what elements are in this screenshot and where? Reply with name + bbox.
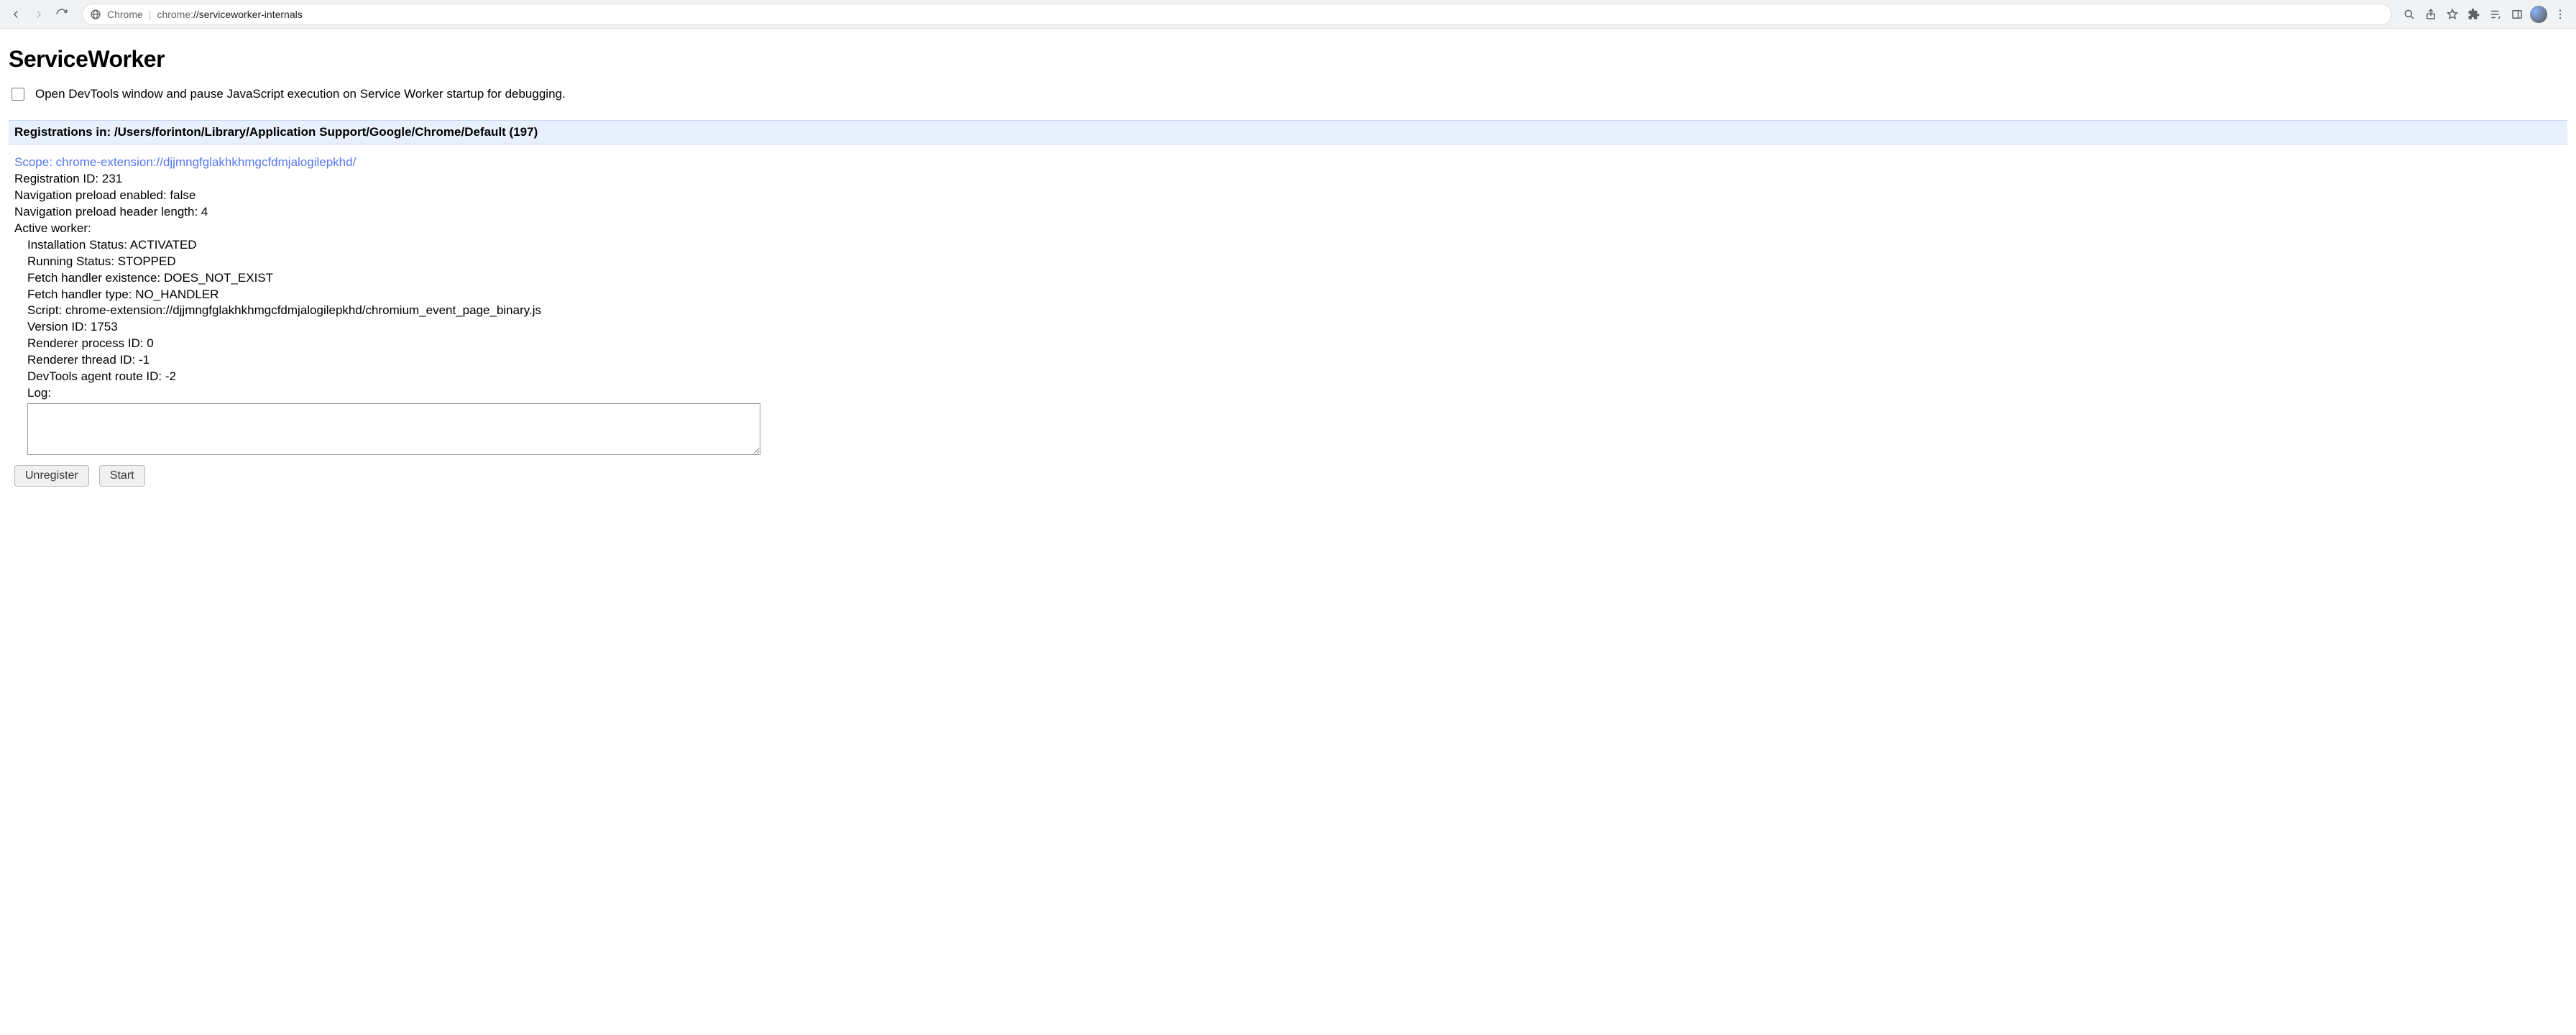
scope-link[interactable]: Scope: chrome-extension://djjmngfglakhkh… [14,155,356,169]
page-title: ServiceWorker [9,46,2567,73]
browser-toolbar: Chrome | chrome://serviceworker-internal… [0,0,2576,29]
reload-button[interactable] [52,4,72,24]
action-button-row: Unregister Start [14,465,2564,487]
registration-block: Scope: chrome-extension://djjmngfglakhkh… [9,144,2567,489]
site-icon [90,9,101,20]
renderer-thread-id: Renderer thread ID: -1 [14,352,2564,369]
separator: | [149,9,152,20]
zoom-icon[interactable] [2399,4,2419,24]
log-label: Log: [14,385,2564,402]
url-text: chrome://serviceworker-internals [157,9,302,20]
renderer-process-id: Renderer process ID: 0 [14,336,2564,352]
version-id: Version ID: 1753 [14,319,2564,336]
debug-checkbox-label: Open DevTools window and pause JavaScrip… [35,87,566,101]
toolbar-right-icons [2399,4,2570,24]
log-textarea[interactable] [27,403,760,455]
address-bar[interactable]: Chrome | chrome://serviceworker-internal… [82,4,2392,25]
fetch-handler-type: Fetch handler type: NO_HANDLER [14,287,2564,303]
installation-status: Installation Status: ACTIVATED [14,237,2564,254]
debug-checkbox[interactable] [12,88,24,101]
running-status: Running Status: STOPPED [14,254,2564,270]
forward-button[interactable] [29,4,49,24]
share-icon[interactable] [2421,4,2441,24]
debug-option-row[interactable]: Open DevTools window and pause JavaScrip… [9,86,2567,103]
profile-avatar[interactable] [2529,4,2549,24]
bookmark-star-icon[interactable] [2442,4,2462,24]
active-worker-label: Active worker: [14,221,2564,237]
registration-id: Registration ID: 231 [14,171,2564,188]
kebab-menu-icon[interactable] [2550,4,2570,24]
site-label: Chrome [107,9,143,20]
devtools-agent-route-id: DevTools agent route ID: -2 [14,369,2564,385]
page-body: ServiceWorker Open DevTools window and p… [0,29,2576,497]
start-button[interactable]: Start [99,465,145,487]
registrations-section-header: Registrations in: /Users/forinton/Librar… [9,120,2567,144]
nav-preload-enabled: Navigation preload enabled: false [14,188,2564,204]
script-url: Script: chrome-extension://djjmngfglakhk… [14,303,2564,319]
side-panel-icon[interactable] [2507,4,2527,24]
reading-list-icon[interactable] [2485,4,2506,24]
fetch-handler-existence: Fetch handler existence: DOES_NOT_EXIST [14,270,2564,287]
back-button[interactable] [6,4,26,24]
extensions-icon[interactable] [2464,4,2484,24]
unregister-button[interactable]: Unregister [14,465,89,487]
nav-preload-header-length: Navigation preload header length: 4 [14,204,2564,221]
